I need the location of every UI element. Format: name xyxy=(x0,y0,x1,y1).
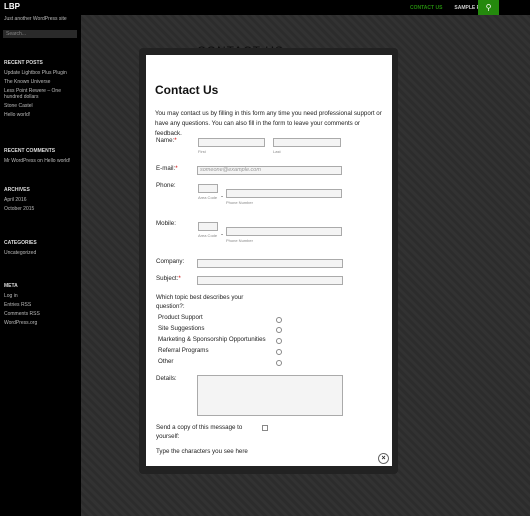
archives-heading: ARCHIVES xyxy=(4,187,30,193)
first-name-field[interactable] xyxy=(198,138,265,147)
contact-modal: Contact Us You may contact us by filling… xyxy=(146,55,392,466)
top-bar: LBP CONTACT US SAMPLE PAGE ⚲ xyxy=(0,0,530,15)
archives-widget: ARCHIVES April 2016 October 2015 xyxy=(4,187,78,215)
company-label: Company: xyxy=(156,258,185,265)
details-label: Details: xyxy=(156,375,177,382)
modal-intro: You may contact us by filling in this fo… xyxy=(155,110,382,137)
category-link[interactable]: Uncategorized xyxy=(4,250,78,256)
subject-field[interactable] xyxy=(197,276,343,285)
phone-area-code-field[interactable] xyxy=(198,184,218,193)
topic-radio[interactable] xyxy=(276,360,282,366)
meta-heading: META xyxy=(4,283,18,289)
phone-dash: - xyxy=(221,193,224,200)
search-icon[interactable]: ⚲ xyxy=(478,0,499,15)
subject-label: Subject:* xyxy=(156,275,181,282)
mobile-area-code-sublabel: Area Code xyxy=(198,233,218,238)
email-field[interactable]: someone@example.com xyxy=(197,166,342,175)
modal-title: Contact Us xyxy=(155,83,219,97)
topic-option-label: Other xyxy=(158,358,174,365)
meta-link[interactable]: WordPress.org xyxy=(4,320,78,326)
topic-radio[interactable] xyxy=(276,317,282,323)
close-icon[interactable]: × xyxy=(378,453,389,464)
meta-widget: META Log in Entries RSS Comments RSS Wor… xyxy=(4,283,78,329)
topic-option-label: Marketing & Sponsorship Opportunities xyxy=(158,336,266,343)
details-textarea[interactable] xyxy=(197,375,343,416)
topic-radio[interactable] xyxy=(276,349,282,355)
recent-posts-heading: RECENT POSTS xyxy=(4,60,43,66)
nav-item-contact-us[interactable]: CONTACT US xyxy=(404,0,448,15)
email-label: E-mail:* xyxy=(156,165,178,172)
phone-label: Phone: xyxy=(156,182,176,189)
last-name-field[interactable] xyxy=(273,138,341,147)
mobile-number-sublabel: Phone Number xyxy=(226,238,253,243)
archive-link[interactable]: October 2015 xyxy=(4,206,78,212)
phone-area-code-sublabel: Area Code xyxy=(198,195,218,200)
send-copy-label: Send a copy of this message to yourself: xyxy=(156,424,243,440)
send-copy-checkbox[interactable] xyxy=(262,425,268,431)
recent-post-link[interactable]: The Known Universe xyxy=(4,79,78,85)
first-name-sublabel: First xyxy=(198,149,206,154)
topic-option-label: Site Suggestions xyxy=(158,325,205,332)
meta-link[interactable]: Comments RSS xyxy=(4,311,78,317)
name-label: Name:* xyxy=(156,137,177,144)
topic-question: Which topic best describes your question… xyxy=(156,294,244,310)
meta-link[interactable]: Log in xyxy=(4,293,78,299)
meta-link[interactable]: Entries RSS xyxy=(4,302,78,308)
search-input[interactable]: Search... xyxy=(3,30,77,38)
last-name-sublabel: Last xyxy=(273,149,281,154)
topic-radio[interactable] xyxy=(276,327,282,333)
phone-number-sublabel: Phone Number xyxy=(226,200,253,205)
recent-comment-link[interactable]: Mr WordPress on Hello world! xyxy=(4,158,78,164)
phone-number-field[interactable] xyxy=(226,189,342,198)
categories-heading: CATEGORIES xyxy=(4,240,37,246)
topic-option-label: Product Support xyxy=(158,314,203,321)
recent-comments-heading: RECENT COMMENTS xyxy=(4,148,56,154)
recent-comments-widget: RECENT COMMENTS Mr WordPress on Hello wo… xyxy=(4,148,78,167)
archive-link[interactable]: April 2016 xyxy=(4,197,78,203)
mobile-area-code-field[interactable] xyxy=(198,222,218,231)
mobile-dash: - xyxy=(221,231,224,238)
topic-option-label: Referral Programs xyxy=(158,347,209,354)
recent-post-link[interactable]: Update Lightbox Plus Plugin xyxy=(4,70,78,76)
captcha-label: Type the characters you see here xyxy=(156,448,248,455)
recent-post-link[interactable]: Hello world! xyxy=(4,112,78,118)
site-tagline: Just another WordPress site xyxy=(4,16,67,22)
topic-radio[interactable] xyxy=(276,338,282,344)
recent-post-link[interactable]: Stone Castel xyxy=(4,103,78,109)
categories-widget: CATEGORIES Uncategorized xyxy=(4,240,78,259)
recent-posts-widget: RECENT POSTS Update Lightbox Plus Plugin… xyxy=(4,60,78,121)
site-title[interactable]: LBP xyxy=(4,2,20,11)
mobile-number-field[interactable] xyxy=(226,227,342,236)
required-mark: * xyxy=(174,137,177,144)
mobile-label: Mobile: xyxy=(156,220,176,227)
company-field[interactable] xyxy=(197,259,343,268)
recent-post-link[interactable]: Less Point Rewere – One hundred dollars xyxy=(4,88,78,100)
